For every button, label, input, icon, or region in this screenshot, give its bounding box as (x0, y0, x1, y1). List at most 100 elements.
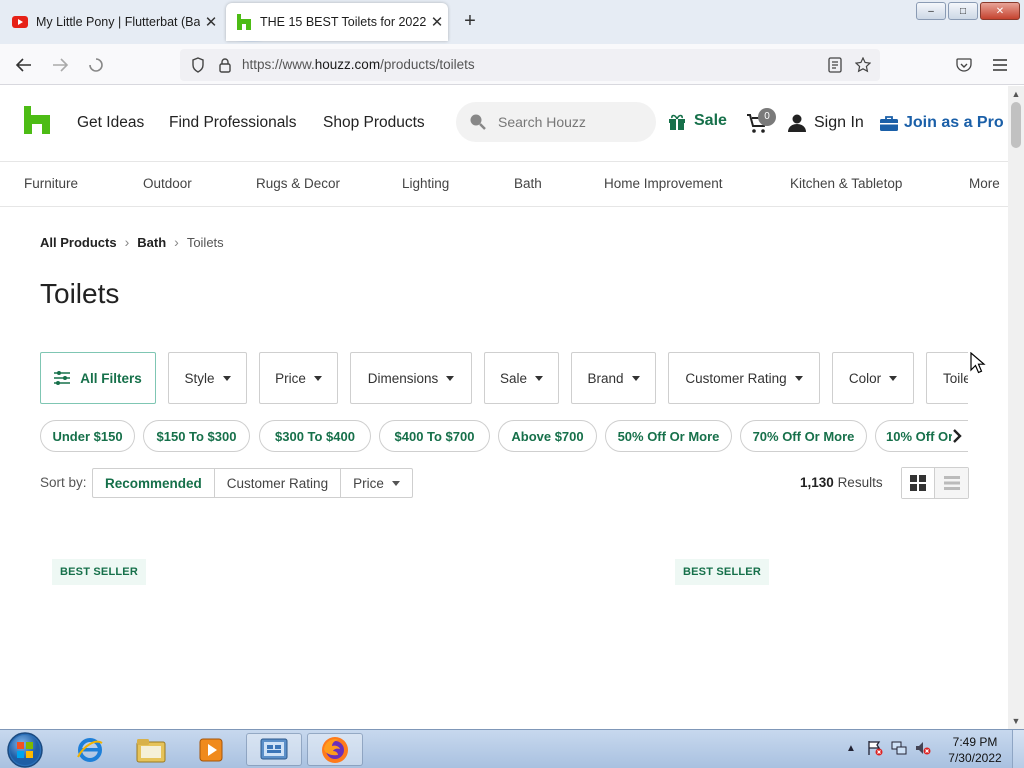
url-text[interactable]: https://www.houzz.com/products/toilets (242, 57, 475, 72)
chevron-right-icon[interactable] (952, 425, 968, 447)
caret-down-icon (313, 375, 322, 381)
caret-down-icon (222, 375, 231, 381)
category-kitchen-tabletop[interactable]: Kitchen & Tabletop (790, 176, 902, 191)
category-lighting[interactable]: Lighting (402, 176, 449, 191)
chip-under-150[interactable]: Under $150 (40, 420, 135, 452)
shield-icon[interactable] (186, 53, 210, 77)
back-arrow-icon[interactable] (12, 53, 36, 77)
volume-muted-icon[interactable] (915, 740, 931, 756)
close-window-button[interactable]: ✕ (980, 2, 1020, 20)
sign-in-label: Sign In (814, 114, 864, 131)
grid-view-icon[interactable] (902, 468, 935, 498)
chip-150-300[interactable]: $150 To $300 (143, 420, 250, 452)
category-more[interactable]: More (969, 176, 1000, 191)
sign-in-link[interactable]: Sign In (788, 114, 864, 132)
houzz-icon (236, 14, 252, 30)
nav-shop-products[interactable]: Shop Products (323, 114, 425, 132)
filter-dimensions[interactable]: Dimensions (350, 352, 472, 404)
filter-brand[interactable]: Brand (571, 352, 656, 404)
category-furniture[interactable]: Furniture (24, 176, 78, 191)
filter-label: Toile (943, 370, 968, 386)
filter-customer-rating[interactable]: Customer Rating (668, 352, 820, 404)
caret-down-icon (631, 375, 640, 381)
menu-hamburger-icon[interactable] (988, 53, 1012, 77)
user-icon (788, 114, 806, 132)
cart-count-badge: 0 (758, 108, 776, 126)
houzz-logo-icon[interactable] (24, 106, 50, 134)
nav-find-professionals[interactable]: Find Professionals (169, 114, 297, 132)
breadcrumb-all-products[interactable]: All Products (40, 235, 117, 250)
tray-expand-arrow-icon[interactable]: ▲ (843, 740, 859, 756)
join-as-pro-link[interactable]: Join as a Pro (880, 114, 1004, 132)
search-icon (469, 113, 487, 131)
caret-down-icon (535, 375, 544, 381)
sale-link[interactable]: Sale (668, 112, 727, 130)
caret-down-icon (794, 375, 803, 381)
category-bath[interactable]: Bath (514, 176, 542, 191)
filter-color[interactable]: Color (832, 352, 914, 404)
bookmark-star-icon[interactable] (851, 53, 875, 77)
start-button[interactable] (6, 731, 46, 768)
breadcrumb-bath[interactable]: Bath (137, 235, 166, 250)
action-center-flag-icon[interactable] (867, 740, 883, 756)
site-header: Get Ideas Find Professionals Shop Produc… (0, 86, 1008, 162)
filter-label: Brand (587, 370, 624, 386)
reader-view-icon[interactable] (823, 53, 847, 77)
filter-style[interactable]: Style (168, 352, 247, 404)
all-filters-label: All Filters (80, 370, 142, 386)
show-desktop-button[interactable] (1012, 730, 1024, 768)
chip-300-400[interactable]: $300 To $400 (259, 420, 371, 452)
forward-arrow-icon[interactable] (48, 53, 72, 77)
filter-label: Style (184, 370, 215, 386)
scroll-up-arrow-icon[interactable]: ▲ (1008, 86, 1024, 102)
best-seller-badge: BEST SELLER (52, 559, 146, 585)
chip-400-700[interactable]: $400 To $700 (379, 420, 490, 452)
tab-youtube[interactable]: My Little Pony | Flutterbat (Bats ✕ (4, 3, 222, 41)
scroll-down-arrow-icon[interactable]: ▼ (1008, 713, 1024, 729)
results-count: 1,130 Results (800, 475, 883, 490)
taskbar-clock[interactable]: 7:49 PM 7/30/2022 (940, 734, 1010, 766)
sort-price[interactable]: Price (341, 469, 412, 497)
filter-sale[interactable]: Sale (484, 352, 559, 404)
all-filters-button[interactable]: All Filters (40, 352, 156, 404)
filter-label: Color (848, 370, 882, 386)
address-bar[interactable]: https://www.houzz.com/products/toilets (180, 49, 880, 81)
sale-label: Sale (694, 112, 727, 129)
chip-50-off[interactable]: 50% Off Or More (605, 420, 732, 452)
internet-explorer-icon[interactable] (62, 733, 118, 766)
chip-above-700[interactable]: Above $700 (498, 420, 597, 452)
gift-icon (669, 114, 685, 130)
filter-price[interactable]: Price (259, 352, 338, 404)
sort-customer-rating[interactable]: Customer Rating (215, 469, 342, 497)
search-input[interactable]: Search Houzz (456, 102, 656, 142)
control-panel-icon[interactable] (246, 733, 302, 766)
tab-close-icon[interactable]: ✕ (426, 13, 448, 31)
minimize-button[interactable]: – (916, 2, 946, 20)
mouse-cursor-icon (970, 351, 986, 374)
new-tab-button[interactable]: + (458, 10, 482, 34)
tab-houzz[interactable]: THE 15 BEST Toilets for 2022 | H ✕ (226, 3, 448, 41)
stop-loading-icon[interactable] (84, 53, 108, 77)
page-scrollbar[interactable]: ▲ ▼ (1008, 86, 1024, 729)
nav-get-ideas[interactable]: Get Ideas (77, 114, 144, 132)
filter-toilet-type[interactable]: Toile (926, 352, 968, 404)
category-rugs-decor[interactable]: Rugs & Decor (256, 176, 340, 191)
file-explorer-icon[interactable] (123, 733, 179, 766)
chip-70-off[interactable]: 70% Off Or More (740, 420, 867, 452)
lock-icon[interactable] (213, 53, 237, 77)
maximize-button[interactable]: □ (948, 2, 978, 20)
category-home-improvement[interactable]: Home Improvement (604, 176, 723, 191)
network-icon[interactable] (891, 740, 907, 756)
category-outdoor[interactable]: Outdoor (143, 176, 192, 191)
firefox-icon[interactable] (307, 733, 363, 766)
list-view-icon[interactable] (935, 468, 968, 498)
tab-close-icon[interactable]: ✕ (200, 13, 222, 31)
sort-options: Recommended Customer Rating Price (92, 468, 413, 498)
sort-recommended[interactable]: Recommended (93, 469, 215, 497)
chevron-right-icon: › (124, 234, 130, 250)
price-chip-row: Under $150 $150 To $300 $300 To $400 $40… (40, 420, 968, 452)
pocket-icon[interactable] (952, 53, 976, 77)
scroll-thumb[interactable] (1011, 102, 1021, 148)
browser-nav-bar: https://www.houzz.com/products/toilets (0, 44, 1024, 85)
media-player-icon[interactable] (183, 733, 239, 766)
